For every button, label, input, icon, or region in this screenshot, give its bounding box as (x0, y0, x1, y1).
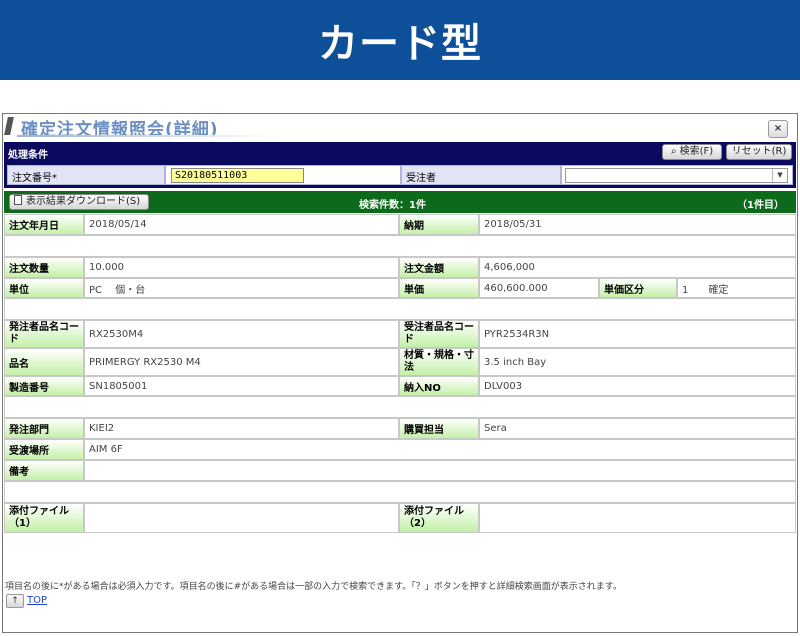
search-button[interactable]: ⌕ 検索(F) (662, 144, 722, 160)
order-date-label: 注文年月日 (4, 214, 84, 235)
search-button-label: 検索(F) (679, 146, 714, 157)
arrow-up-icon[interactable]: ↑ (6, 594, 24, 608)
price-value: 460,600.000 (479, 278, 599, 298)
search-icon: ⌕ (670, 146, 677, 157)
banner-title: カード型 (318, 21, 482, 67)
amount-label: 注文金額 (399, 257, 479, 278)
attachment2-value[interactable] (479, 503, 796, 533)
order-no-label: 注文番号* (7, 165, 165, 185)
item-name-label: 品名 (4, 348, 84, 376)
window-title-bar: 確定注文情報照会(詳細) × (3, 114, 797, 142)
serial-value: SN1805001 (84, 376, 399, 396)
conditions-header: 処理条件 ⌕ 検索(F) リセット(R) (4, 142, 796, 162)
attachment2-label: 添付ファイル（2） (399, 503, 479, 533)
buyer-label: 購買担当 (399, 418, 479, 439)
price-type-value: 1 確定 (677, 278, 796, 298)
recipient-cell: ▼ (561, 165, 793, 185)
top-link[interactable]: TOP (27, 595, 47, 606)
attachment1-label: 添付ファイル（1） (4, 503, 84, 533)
amount-value: 4,606,000 (479, 257, 796, 278)
qty-value: 10.000 (84, 257, 399, 278)
recipient-select[interactable]: ▼ (565, 168, 788, 183)
price-label: 単価 (399, 278, 479, 298)
spacer-row (4, 298, 796, 320)
spacer-row (4, 235, 796, 257)
serial-label: 製造番号 (4, 376, 84, 396)
material-value: 3.5 inch Bay (479, 348, 796, 376)
result-position: （1件目） (737, 200, 784, 211)
order-no-cell: S20180511003 (165, 165, 401, 185)
recipient-label: 受注者 (401, 165, 561, 185)
remarks-label: 備考 (4, 460, 84, 481)
qty-label: 注文数量 (4, 257, 84, 278)
due-label: 納期 (399, 214, 479, 235)
detail-window: 確定注文情報照会(詳細) × 処理条件 ⌕ 検索(F) リセット(R) 注文番号… (2, 113, 798, 633)
recipient-code-label: 受注者品名コード (399, 320, 479, 348)
material-label: 材質・規格・寸法 (399, 348, 479, 376)
place-label: 受渡場所 (4, 439, 84, 460)
order-no-input[interactable]: S20180511003 (171, 168, 304, 183)
spacer-row (4, 481, 796, 503)
unit-value: PC 個・台 (84, 278, 399, 298)
due-value: 2018/05/31 (479, 214, 796, 235)
delivery-no-label: 納入NO (399, 376, 479, 396)
price-type-label: 単価区分 (599, 278, 677, 298)
orderer-code-label: 発注者品名コード (4, 320, 84, 348)
conditions-title: 処理条件 (8, 150, 48, 161)
download-button-label: 表示結果ダウンロード(S) (26, 196, 141, 207)
banner: カード型 (0, 0, 800, 80)
title-mark-icon (4, 117, 14, 135)
results-bar: 表示結果ダウンロード(S) 検索件数：1件 （1件目） (4, 191, 796, 213)
order-date-value: 2018/05/14 (84, 214, 399, 235)
search-form: 注文番号* S20180511003 受注者 ▼ (4, 162, 796, 188)
chevron-down-icon[interactable]: ▼ (772, 169, 787, 182)
place-value: AIM 6F (84, 439, 796, 460)
buyer-value: Sera (479, 418, 796, 439)
dept-label: 発注部門 (4, 418, 84, 439)
close-button[interactable]: × (768, 120, 788, 138)
delivery-no-value: DLV003 (479, 376, 796, 396)
title-underline (17, 135, 277, 137)
unit-label: 単位 (4, 278, 84, 298)
document-icon (14, 195, 22, 205)
result-count: 検索件数：1件 (359, 200, 426, 211)
remarks-value (84, 460, 796, 481)
item-name-value: PRIMERGY RX2530 M4 (84, 348, 399, 376)
download-button[interactable]: 表示結果ダウンロード(S) (9, 194, 149, 210)
orderer-code-value: RX2530M4 (84, 320, 399, 348)
help-note: 項目名の後に*がある場合は必須入力です。項目名の後に#がある場合は一部の入力で検… (5, 582, 622, 592)
dept-value: KIEI2 (84, 418, 399, 439)
spacer-row (4, 396, 796, 418)
attachment1-value[interactable] (84, 503, 399, 533)
reset-button[interactable]: リセット(R) (726, 144, 792, 160)
recipient-code-value: PYR2534R3N (479, 320, 796, 348)
